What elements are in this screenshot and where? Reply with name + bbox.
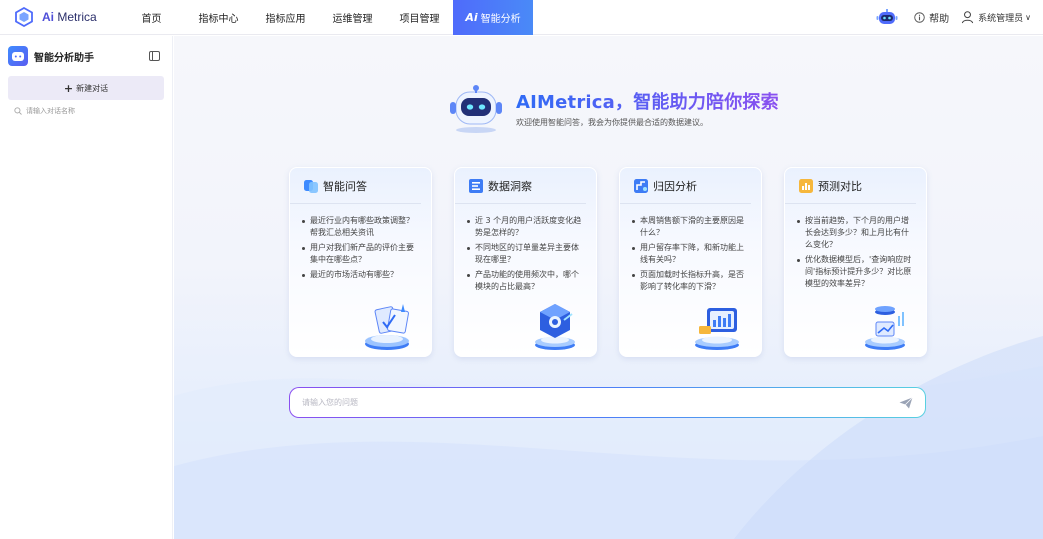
card-title: 归因分析 xyxy=(653,179,697,193)
card-header: 归因分析 xyxy=(620,168,751,204)
nav-item-metric-center[interactable]: 指标中心 xyxy=(185,0,252,35)
search-icon xyxy=(14,107,22,115)
main-menu: 首页 指标中心 指标应用 运维管理 项目管理 Ai 智能分析 xyxy=(118,0,533,35)
insight-illustration-icon xyxy=(535,304,575,350)
suggestion-item[interactable]: 优化数据模型后，'查询响应时间'指标预计提升多少？对比原模型的效率差异？ xyxy=(797,254,914,290)
nav-label: 指标中心 xyxy=(198,13,239,25)
nav-item-home[interactable]: 首页 xyxy=(118,0,185,35)
hero-title: AIMetrica，智能助力陪你探索 xyxy=(516,88,779,114)
suggestion-list: 近 3 个月的用户活跃度变化趋势是怎样的？ 不同地区的订单量差异主要体现在哪里？… xyxy=(455,204,596,293)
sidebar-toggle-icon[interactable] xyxy=(149,51,160,61)
plus-icon: + xyxy=(63,81,74,95)
logo[interactable]: Ai Metrica xyxy=(0,7,118,27)
suggestion-list: 按当前趋势，下个月的用户增长会达到多少？和上月比有什么变化？ 优化数据模型后，'… xyxy=(785,204,926,290)
suggestion-item[interactable]: 本周销售额下滑的主要原因是什么？ xyxy=(632,215,749,239)
suggestion-item[interactable]: 用户对我们新产品的评价主要集中在哪些点？ xyxy=(302,242,419,266)
feature-cards: 智能问答 最近行业内有哪些政策调整？帮我汇总相关资讯 用户对我们新产品的评价主要… xyxy=(289,167,927,357)
robot-icon[interactable] xyxy=(876,9,898,25)
robot-icon xyxy=(12,52,24,61)
suggestion-item[interactable]: 近 3 个月的用户活跃度变化趋势是怎样的？ xyxy=(467,215,584,239)
card-attribution[interactable]: 归因分析 本周销售额下滑的主要原因是什么？ 用户留存率下降，和新功能上线有关吗？… xyxy=(619,167,762,357)
nav-label: 运维管理 xyxy=(332,13,373,25)
main-content: AIMetrica，智能助力陪你探索 欢迎使用智能问答，我会为你提供最合适的数据… xyxy=(174,36,1043,539)
forecast-illustration-icon xyxy=(865,306,905,350)
nav-item-ops[interactable]: 运维管理 xyxy=(319,0,386,35)
user-icon xyxy=(962,11,974,24)
question-box-inner xyxy=(290,388,925,417)
user-name: 系统管理员 xyxy=(978,13,1024,24)
top-nav: Ai Metrica 首页 指标中心 指标应用 运维管理 项目管理 Ai 智能分… xyxy=(0,0,1043,35)
sidebar-header: 智能分析助手 xyxy=(0,36,172,76)
nav-label: 指标应用 xyxy=(265,13,306,25)
logo-icon xyxy=(15,7,33,27)
qa-illustration-icon xyxy=(365,304,409,350)
card-smart-qa[interactable]: 智能问答 最近行业内有哪些政策调整？帮我汇总相关资讯 用户对我们新产品的评价主要… xyxy=(289,167,432,357)
nav-right: 帮助 系统管理员 ∨ xyxy=(876,9,1043,25)
suggestion-item[interactable]: 最近的市场活动有哪些？ xyxy=(302,269,419,281)
nav-item-smart-analysis[interactable]: Ai 智能分析 xyxy=(453,0,533,35)
suggestion-item[interactable]: 最近行业内有哪些政策调整？帮我汇总相关资讯 xyxy=(302,215,419,239)
suggestion-item[interactable]: 页面加载时长指标升高，是否影响了转化率的下滑？ xyxy=(632,269,749,293)
card-forecast[interactable]: 预测对比 按当前趋势，下个月的用户增长会达到多少？和上月比有什么变化？ 优化数据… xyxy=(784,167,927,357)
new-chat-label: 新建对话 xyxy=(76,83,109,93)
suggestion-list: 本周销售额下滑的主要原因是什么？ 用户留存率下降，和新功能上线有关吗？ 页面加载… xyxy=(620,204,761,293)
nav-label: 首页 xyxy=(141,13,162,25)
search-placeholder: 请输入对话名称 xyxy=(26,107,75,115)
sidebar: 智能分析助手 + 新建对话 请输入对话名称 xyxy=(0,36,173,539)
data-icon xyxy=(469,178,483,193)
help-label: 帮助 xyxy=(929,13,950,25)
suggestion-item[interactable]: 产品功能的使用频次中，哪个模块的占比最高？ xyxy=(467,269,584,293)
suggestion-item[interactable]: 用户留存率下降，和新功能上线有关吗？ xyxy=(632,242,749,266)
suggestion-item[interactable]: 按当前趋势，下个月的用户增长会达到多少？和上月比有什么变化？ xyxy=(797,215,914,251)
nav-label: 项目管理 xyxy=(399,13,440,25)
attribution-icon xyxy=(634,178,648,193)
card-header: 预测对比 xyxy=(785,168,916,204)
attribution-illustration-icon xyxy=(695,308,739,350)
card-data-insight[interactable]: 数据洞察 近 3 个月的用户活跃度变化趋势是怎样的？ 不同地区的订单量差异主要体… xyxy=(454,167,597,357)
question-input[interactable] xyxy=(302,398,899,407)
brand-name: Ai Metrica xyxy=(42,10,97,24)
help-link[interactable]: 帮助 xyxy=(914,10,949,25)
nav-label: 智能分析 xyxy=(480,13,521,25)
hero-subtitle: 欢迎使用智能问答，我会为你提供最合适的数据建议。 xyxy=(516,118,708,127)
card-title: 数据洞察 xyxy=(488,179,532,193)
card-header: 数据洞察 xyxy=(455,168,586,204)
send-icon[interactable] xyxy=(899,396,913,409)
sidebar-title: 智能分析助手 xyxy=(34,52,94,64)
card-title: 预测对比 xyxy=(818,179,862,193)
robot-mascot-icon xyxy=(450,85,502,133)
info-icon xyxy=(914,11,925,23)
chat-icon xyxy=(304,179,318,193)
new-chat-button[interactable]: + 新建对话 xyxy=(8,76,164,100)
card-title: 智能问答 xyxy=(323,179,367,193)
suggestion-item[interactable]: 不同地区的订单量差异主要体现在哪里？ xyxy=(467,242,584,266)
suggestion-list: 最近行业内有哪些政策调整？帮我汇总相关资讯 用户对我们新产品的评价主要集中在哪些… xyxy=(290,204,431,281)
conversation-search[interactable]: 请输入对话名称 xyxy=(0,100,172,122)
nav-item-projects[interactable]: 项目管理 xyxy=(386,0,453,35)
hero: AIMetrica，智能助力陪你探索 欢迎使用智能问答，我会为你提供最合适的数据… xyxy=(446,82,779,134)
user-menu[interactable]: 系统管理员 ∨ xyxy=(961,10,1031,24)
question-box xyxy=(289,387,926,418)
nav-item-metric-apps[interactable]: 指标应用 xyxy=(252,0,319,35)
assistant-avatar xyxy=(8,46,28,66)
card-header: 智能问答 xyxy=(290,168,421,204)
forecast-icon xyxy=(799,178,813,193)
ai-badge: Ai xyxy=(465,10,478,24)
chevron-down-icon: ∨ xyxy=(1025,12,1031,22)
